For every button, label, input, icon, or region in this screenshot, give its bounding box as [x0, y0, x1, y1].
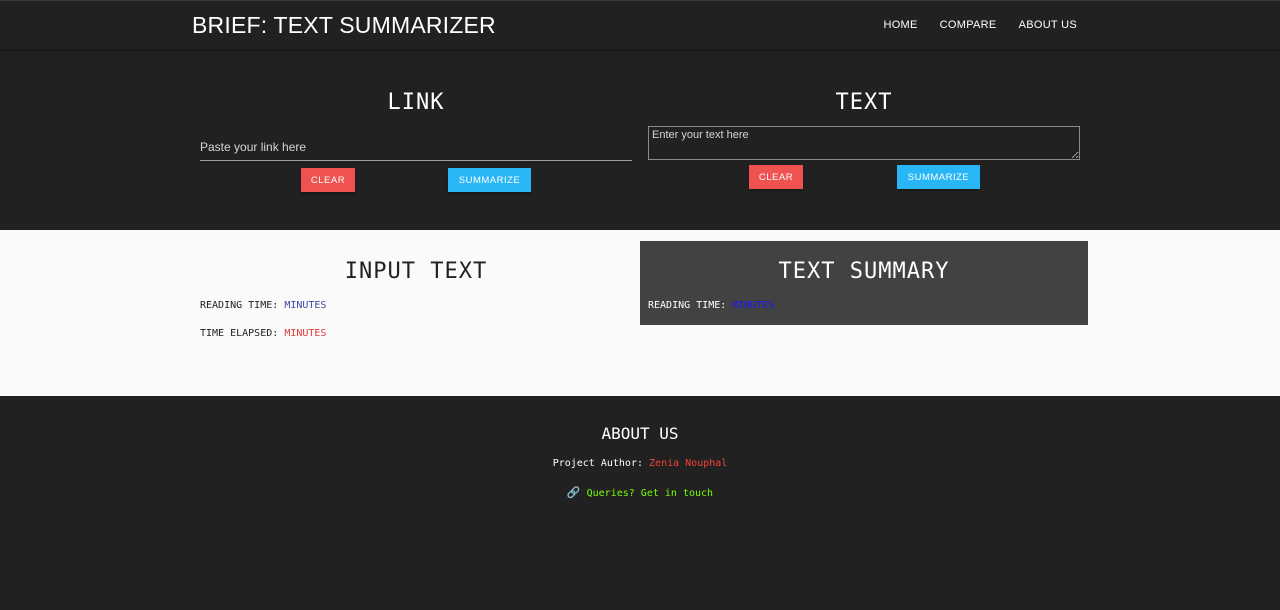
text-summary-title: TEXT SUMMARY [778, 259, 950, 284]
text-summary-card: TEXT SUMMARY READING TIME: MINUTES [640, 241, 1088, 325]
author-name: Zenia Nouphal [649, 458, 728, 469]
nav-link-compare[interactable]: COMPARE [940, 19, 997, 31]
link-clear-button[interactable]: CLEAR [301, 168, 355, 192]
footer: ABOUT US Project Author: Zenia Nouphal 🔗… [0, 396, 1280, 610]
output-section: INPUT TEXT READING TIME: MINUTES TIME EL… [0, 230, 1280, 396]
input-text-title: INPUT TEXT [344, 259, 488, 284]
input-reading-time-value: MINUTES [284, 300, 327, 311]
input-reading-time: READING TIME: MINUTES [200, 300, 326, 311]
link-panel: LINK CLEAR SUMMARIZE [200, 51, 632, 230]
input-time-elapsed: TIME ELAPSED: MINUTES [200, 328, 326, 339]
project-author: Project Author: Zenia Nouphal [0, 458, 1280, 469]
text-panel: TEXT CLEAR SUMMARIZE [648, 51, 1080, 230]
link-input[interactable] [200, 133, 632, 161]
footer-title: ABOUT US [601, 424, 679, 443]
summary-reading-time-value: MINUTES [732, 300, 775, 311]
author-label: Project Author: [552, 458, 643, 469]
text-panel-title: TEXT [835, 90, 893, 115]
input-section: LINK CLEAR SUMMARIZE TEXT CLEAR SUMMARIZ… [0, 51, 1280, 230]
contact-link[interactable]: Queries? Get in touch [587, 488, 713, 499]
nav-link-about-us[interactable]: ABOUT US [1019, 19, 1077, 31]
text-clear-button[interactable]: CLEAR [749, 165, 803, 189]
input-time-elapsed-label: TIME ELAPSED: [200, 328, 279, 339]
input-time-elapsed-value: MINUTES [284, 328, 327, 339]
text-summarize-button[interactable]: SUMMARIZE [897, 165, 980, 189]
summary-reading-time-label: READING TIME: [648, 300, 727, 311]
summary-reading-time: READING TIME: MINUTES [648, 300, 774, 311]
nav-links: HOME COMPARE ABOUT US [883, 19, 1077, 31]
contact-line: 🔗 Queries? Get in touch [0, 486, 1280, 499]
navbar: BRIEF: TEXT SUMMARIZER HOME COMPARE ABOU… [0, 0, 1280, 50]
nav-link-home[interactable]: HOME [883, 19, 917, 31]
input-reading-time-label: READING TIME: [200, 300, 279, 311]
link-panel-title: LINK [387, 90, 445, 115]
text-input[interactable] [648, 126, 1080, 160]
link-icon: 🔗 [566, 486, 581, 499]
link-summarize-button[interactable]: SUMMARIZE [448, 168, 531, 192]
brand-logo[interactable]: BRIEF: TEXT SUMMARIZER [192, 12, 496, 39]
